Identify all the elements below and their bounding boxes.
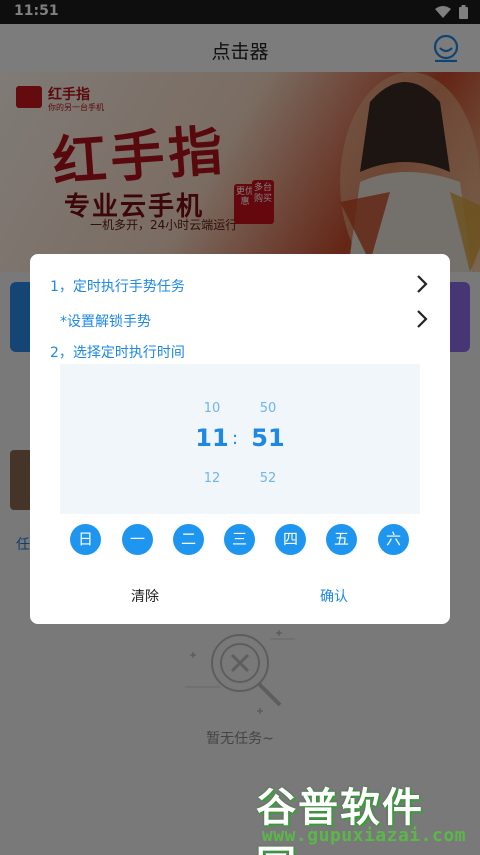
gesture-task-label: 1，定时执行手势任务	[50, 279, 185, 295]
day-sat-button[interactable]: 六	[378, 524, 409, 555]
minute-selected[interactable]: 51	[238, 424, 298, 452]
day-tue-button[interactable]: 二	[173, 524, 204, 555]
confirm-button[interactable]: 确认	[320, 586, 348, 606]
day-thu-button[interactable]: 四	[275, 524, 306, 555]
chevron-right-icon	[417, 310, 428, 328]
select-time-label: 2，选择定时执行时间	[50, 345, 185, 361]
weekday-selector: 日 一 二 三 四 五 六	[70, 524, 410, 556]
watermark-url: www.gupuxiazai.com	[261, 825, 466, 846]
minute-prev[interactable]: 50	[238, 397, 298, 416]
clear-button[interactable]: 清除	[131, 586, 159, 606]
watermark: 谷普软件园 www.gupuxiazai.com	[256, 775, 470, 855]
day-wed-button[interactable]: 三	[224, 524, 255, 555]
minute-next[interactable]: 52	[238, 467, 298, 486]
unlock-gesture-label: *设置解锁手势	[60, 314, 151, 330]
chevron-right-icon	[417, 275, 428, 293]
time-picker[interactable]: 10 11 12 : 50 51 52	[60, 364, 420, 514]
schedule-dialog: 1，定时执行手势任务 *设置解锁手势 2，选择定时执行时间 10 11 12 :…	[30, 254, 450, 624]
hour-next[interactable]: 12	[182, 467, 242, 486]
hour-prev[interactable]: 10	[182, 397, 242, 416]
day-sun-button[interactable]: 日	[70, 524, 101, 555]
day-mon-button[interactable]: 一	[122, 524, 153, 555]
day-fri-button[interactable]: 五	[326, 524, 357, 555]
